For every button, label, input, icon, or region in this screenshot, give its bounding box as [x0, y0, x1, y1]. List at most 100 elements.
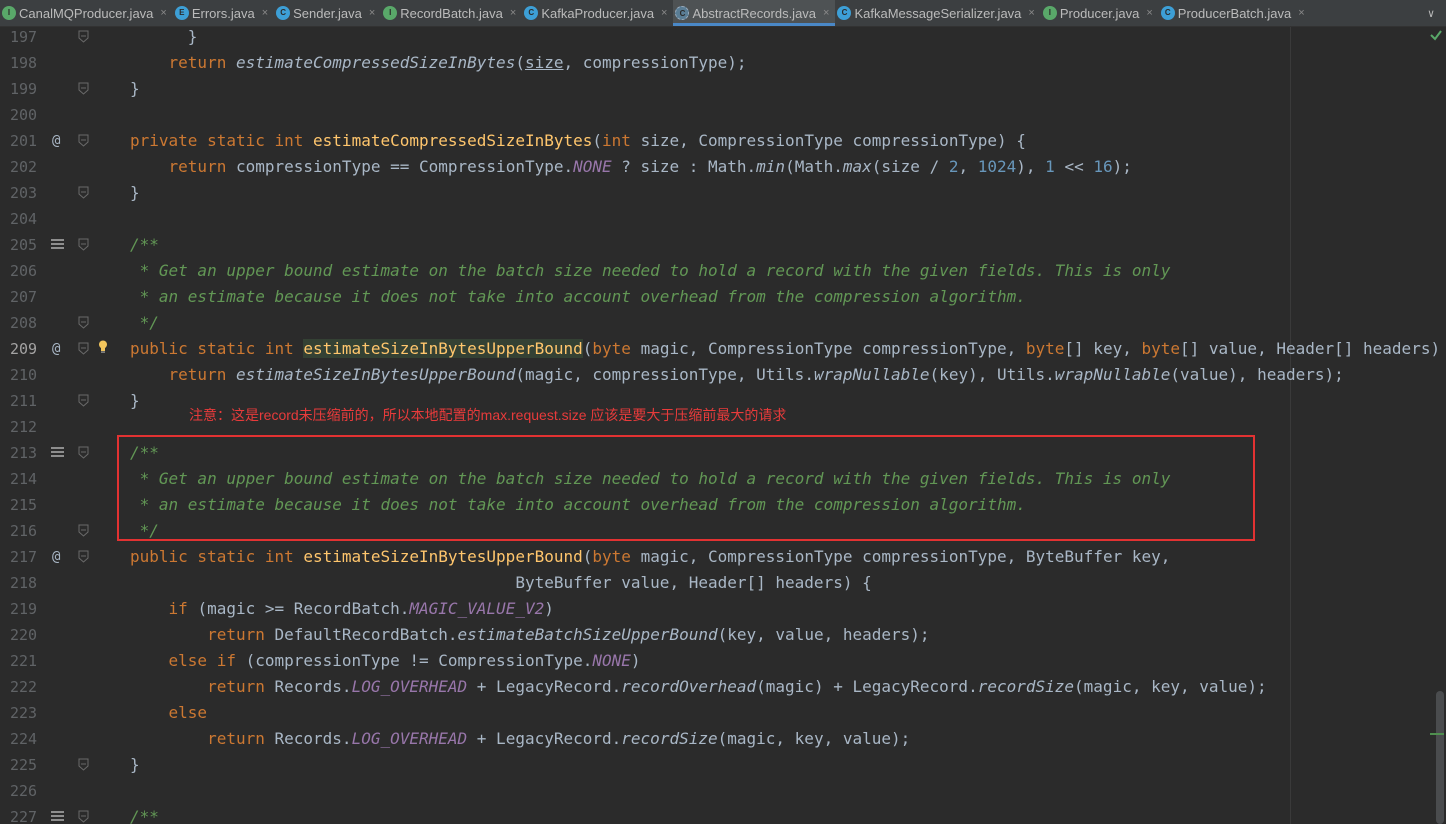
code-line[interactable]: 214 * Get an upper bound estimate on the…	[0, 466, 1446, 492]
tab-producerbatch[interactable]: C ProducerBatch.java ×	[1159, 0, 1311, 26]
close-icon[interactable]: ×	[1028, 7, 1034, 19]
code-line[interactable]: 197 }	[0, 27, 1446, 50]
fold-marker-icon[interactable]	[78, 524, 89, 537]
code-text[interactable]: return Records.LOG_OVERHEAD + LegacyReco…	[130, 726, 910, 752]
fold-marker-icon[interactable]	[78, 186, 89, 199]
code-line[interactable]: 210 return estimateSizeInBytesUpperBound…	[0, 362, 1446, 388]
tab-kafkaproducer[interactable]: C KafkaProducer.java ×	[522, 0, 673, 26]
code-text[interactable]: * Get an upper bound estimate on the bat…	[130, 258, 1171, 284]
code-line[interactable]: 221 else if (compressionType != Compress…	[0, 648, 1446, 674]
close-icon[interactable]: ×	[510, 7, 516, 19]
code-line[interactable]: 207 * an estimate because it does not ta…	[0, 284, 1446, 310]
code-line[interactable]: 199}	[0, 76, 1446, 102]
code-line[interactable]: 217 @ public static int estimateSizeInByte…	[0, 544, 1446, 570]
fold-marker-icon[interactable]	[78, 316, 89, 329]
render-javadoc-icon[interactable]	[51, 811, 64, 823]
override-annotation-icon[interactable]: @	[52, 336, 60, 362]
code-text[interactable]: return estimateCompressedSizeInBytes(siz…	[130, 50, 747, 76]
close-icon[interactable]: ×	[1298, 7, 1304, 19]
tab-recordbatch[interactable]: I RecordBatch.java ×	[381, 0, 522, 26]
code-text[interactable]: /**	[130, 804, 159, 824]
close-icon[interactable]: ×	[262, 7, 268, 19]
fold-marker-icon[interactable]	[78, 394, 89, 407]
code-text[interactable]: else if (compressionType != CompressionT…	[130, 648, 641, 674]
fold-marker-icon[interactable]	[78, 30, 89, 43]
code-line[interactable]: 209 @ public static int estimateSizeInByte…	[0, 336, 1446, 362]
tab-abstractrecords[interactable]: C AbstractRecords.java ×	[673, 0, 836, 26]
code-text[interactable]: return estimateSizeInBytesUpperBound(mag…	[130, 362, 1344, 388]
code-line[interactable]: 224 return Records.LOG_OVERHEAD + Legacy…	[0, 726, 1446, 752]
close-icon[interactable]: ×	[160, 7, 166, 19]
code-line[interactable]: 220 return DefaultRecordBatch.estimateBa…	[0, 622, 1446, 648]
code-editor[interactable]: 注意：这是record未压缩前的，所以本地配置的max.request.size…	[0, 27, 1446, 824]
line-number: 211	[10, 392, 38, 410]
close-icon[interactable]: ×	[661, 7, 667, 19]
fold-marker-icon[interactable]	[78, 238, 89, 251]
code-line[interactable]: 200	[0, 102, 1446, 128]
override-annotation-icon[interactable]: @	[52, 544, 60, 570]
code-line[interactable]: 215 * an estimate because it does not ta…	[0, 492, 1446, 518]
close-icon[interactable]: ×	[1146, 7, 1152, 19]
fold-marker-icon[interactable]	[78, 446, 89, 459]
code-text[interactable]: public static int estimateSizeInBytesUpp…	[130, 544, 1170, 570]
code-line[interactable]: 225}	[0, 752, 1446, 778]
fold-marker-icon[interactable]	[78, 134, 89, 147]
code-line[interactable]: 222 return Records.LOG_OVERHEAD + Legacy…	[0, 674, 1446, 700]
fold-marker-icon[interactable]	[78, 342, 89, 355]
fold-marker-icon[interactable]	[78, 82, 89, 95]
render-javadoc-icon[interactable]	[51, 447, 64, 459]
code-text[interactable]: * Get an upper bound estimate on the bat…	[130, 466, 1171, 492]
code-text[interactable]: return Records.LOG_OVERHEAD + LegacyReco…	[130, 674, 1267, 700]
code-text[interactable]: }	[130, 27, 198, 50]
tab-canalmqproducer[interactable]: I CanalMQProducer.java ×	[0, 0, 173, 26]
intention-bulb-icon[interactable]	[98, 340, 108, 353]
code-text[interactable]: /**	[130, 232, 159, 258]
code-text[interactable]: }	[130, 752, 140, 778]
fold-marker-icon[interactable]	[78, 810, 89, 823]
code-text[interactable]: else	[130, 700, 208, 726]
code-line[interactable]: 212	[0, 414, 1446, 440]
code-line[interactable]: 202 return compressionType == Compressio…	[0, 154, 1446, 180]
code-text[interactable]: }	[130, 180, 140, 206]
fold-marker-icon[interactable]	[78, 550, 89, 563]
code-text[interactable]: }	[130, 388, 140, 414]
code-text[interactable]: }	[130, 76, 140, 102]
code-line[interactable]: 201 @ private static int estimateCompresse…	[0, 128, 1446, 154]
code-line[interactable]: 213 /**	[0, 440, 1446, 466]
tab-kafkamessageserializer[interactable]: C KafkaMessageSerializer.java ×	[835, 0, 1040, 26]
override-annotation-icon[interactable]: @	[52, 128, 60, 154]
render-javadoc-icon[interactable]	[51, 239, 64, 251]
code-line[interactable]: 206 * Get an upper bound estimate on the…	[0, 258, 1446, 284]
code-line[interactable]: 205 /**	[0, 232, 1446, 258]
code-text[interactable]: /**	[130, 440, 159, 466]
code-text[interactable]: return DefaultRecordBatch.estimateBatchS…	[130, 622, 929, 648]
tab-producer[interactable]: I Producer.java ×	[1041, 0, 1159, 26]
fold-marker-icon[interactable]	[78, 758, 89, 771]
code-line[interactable]: 227 /**	[0, 804, 1446, 824]
code-line[interactable]: 219 if (magic >= RecordBatch.MAGIC_VALUE…	[0, 596, 1446, 622]
code-text[interactable]: if (magic >= RecordBatch.MAGIC_VALUE_V2)	[130, 596, 554, 622]
close-icon[interactable]: ×	[823, 7, 829, 19]
code-text[interactable]: * an estimate because it does not take i…	[130, 284, 1026, 310]
code-line[interactable]: 218 ByteBuffer value, Header[] headers) …	[0, 570, 1446, 596]
code-line[interactable]: 223 else	[0, 700, 1446, 726]
code-line[interactable]: 204	[0, 206, 1446, 232]
code-line[interactable]: 198 return estimateCompressedSizeInBytes…	[0, 50, 1446, 76]
tab-errors[interactable]: E Errors.java ×	[173, 0, 274, 26]
code-text[interactable]: return compressionType == CompressionTyp…	[130, 154, 1132, 180]
code-line[interactable]: 211}	[0, 388, 1446, 414]
code-line[interactable]: 226	[0, 778, 1446, 804]
code-text[interactable]: */	[130, 518, 159, 544]
tab-sender[interactable]: C Sender.java ×	[274, 0, 381, 26]
code-text[interactable]: * an estimate because it does not take i…	[130, 492, 1026, 518]
code-text[interactable]: public static int estimateSizeInBytesUpp…	[130, 336, 1446, 362]
code-token: (value), headers);	[1170, 365, 1344, 384]
code-text[interactable]: private static int estimateCompressedSiz…	[130, 128, 1026, 154]
close-icon[interactable]: ×	[369, 7, 375, 19]
code-text[interactable]: */	[130, 310, 159, 336]
code-line[interactable]: 203}	[0, 180, 1446, 206]
code-line[interactable]: 216 */	[0, 518, 1446, 544]
code-text[interactable]: ByteBuffer value, Header[] headers) {	[130, 570, 871, 596]
code-line[interactable]: 208 */	[0, 310, 1446, 336]
tab-overflow-chevron-icon[interactable]: ∨	[1416, 0, 1446, 26]
